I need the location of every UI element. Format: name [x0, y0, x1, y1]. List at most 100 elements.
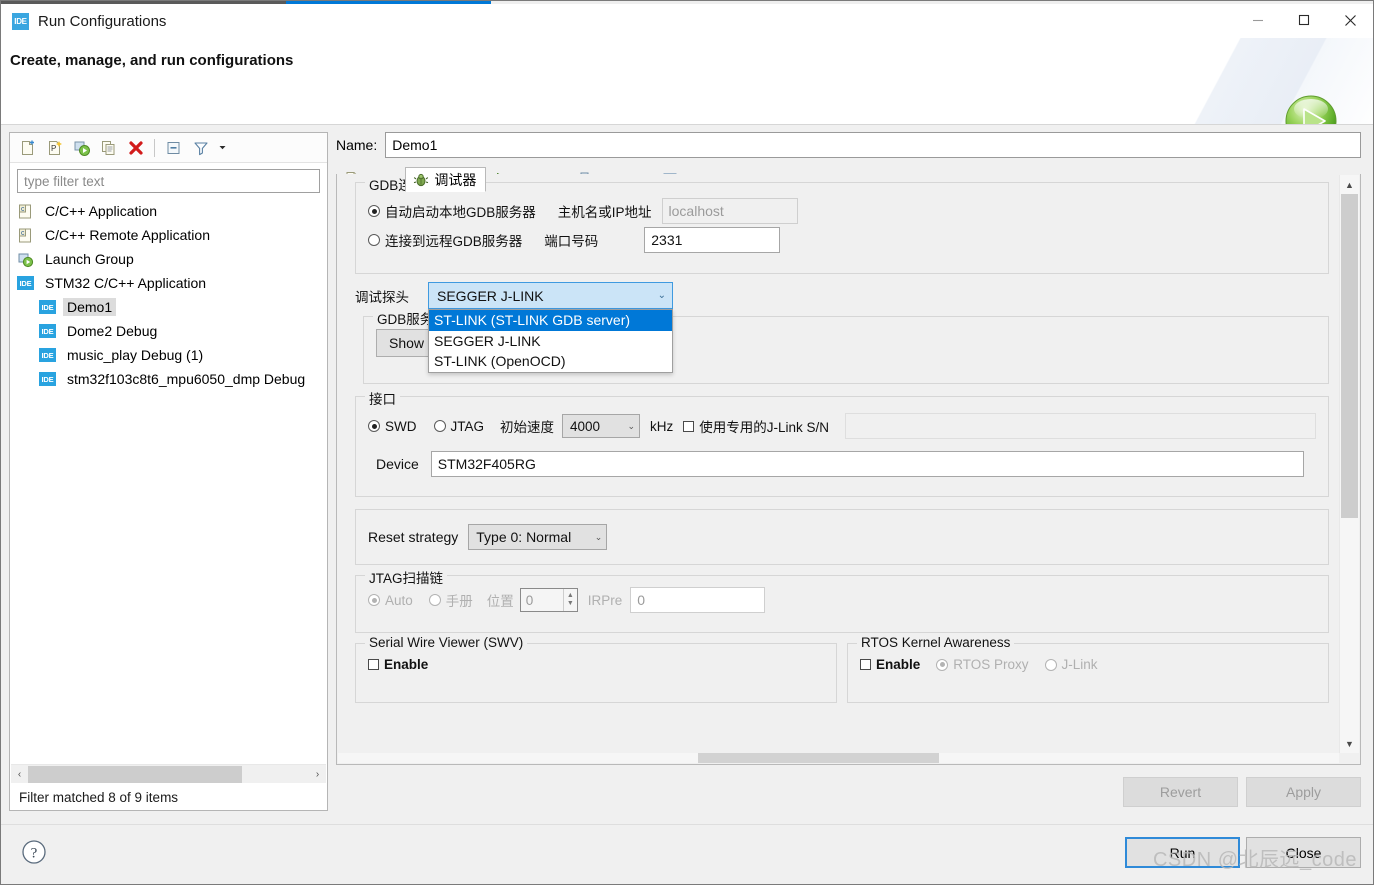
configurations-tree[interactable]: c C/C++ Application c C/C++ Remote Appli…	[10, 197, 327, 764]
reset-strategy-combo[interactable]: Type 0: Normal ⌄	[468, 524, 608, 550]
content-horizontal-scrollbar[interactable]	[338, 753, 1339, 763]
revert-button[interactable]: Revert	[1123, 777, 1238, 807]
jlink-sn-input[interactable]	[845, 413, 1316, 439]
tree-item-c-application[interactable]: c C/C++ Application	[10, 199, 327, 223]
tree-item-label: music_play Debug (1)	[67, 347, 204, 363]
collapse-all-icon[interactable]	[160, 135, 187, 161]
reset-strategy-label: Reset strategy	[368, 529, 459, 545]
run-button[interactable]: Run	[1125, 837, 1240, 868]
spinner-arrows-icon[interactable]: ▲ ▼	[562, 589, 577, 611]
maximize-button[interactable]	[1281, 4, 1327, 36]
speed-unit-label: kHz	[650, 418, 674, 434]
scroll-down-arrow-icon[interactable]: ▼	[1340, 734, 1359, 753]
scrollbar-track[interactable]	[28, 765, 309, 783]
initial-speed-label: 初始速度	[500, 420, 554, 435]
debugger-scroll-content: GDB连接设置 自动启动本地GDB服务器 主机名或IP地址 localhost …	[337, 174, 1339, 753]
jtag-irpre-input[interactable]: 0	[630, 587, 766, 613]
debugger-tab-panel: GDB连接设置 自动启动本地GDB服务器 主机名或IP地址 localhost …	[336, 174, 1361, 765]
duplicate-icon[interactable]	[95, 135, 122, 161]
debug-probe-selected-value: SEGGER J-LINK	[437, 287, 544, 304]
delete-icon[interactable]	[122, 135, 149, 161]
swv-rtos-row: Serial Wire Viewer (SWV) Enable RTOS Ker…	[355, 635, 1329, 713]
tree-item-demo1[interactable]: IDE Demo1	[10, 295, 327, 319]
initial-speed-value: 4000	[570, 418, 601, 434]
app-icon: IDE	[12, 12, 29, 30]
name-input[interactable]: Demo1	[385, 132, 1361, 158]
scroll-right-arrow-icon[interactable]: ›	[309, 766, 326, 783]
tree-item-label: Launch Group	[45, 251, 134, 267]
content-vertical-scrollbar[interactable]: ▲ ▼	[1339, 175, 1359, 753]
jtag-auto-radio[interactable]	[368, 594, 380, 606]
swv-title: Serial Wire Viewer (SWV)	[365, 635, 528, 650]
close-button[interactable]	[1327, 4, 1373, 36]
tree-item-music-play-debug[interactable]: IDE music_play Debug (1)	[10, 343, 327, 367]
tree-item-c-remote-application[interactable]: c C/C++ Remote Application	[10, 223, 327, 247]
c-app-icon: c	[17, 203, 34, 220]
tree-item-stm32f103-debug[interactable]: IDE stm32f103c8t6_mpu6050_dmp Debug	[10, 367, 327, 391]
dropdown-option-stlink-gdb[interactable]: ST-LINK (ST-LINK GDB server)	[429, 310, 672, 331]
rtos-group: RTOS Kernel Awareness Enable RTOS Proxy …	[847, 635, 1329, 703]
hscrollbar-thumb[interactable]	[698, 753, 939, 763]
scrollbar-thumb[interactable]	[28, 765, 242, 783]
swv-enable-checkbox[interactable]	[368, 659, 379, 670]
rtos-proxy-radio[interactable]	[936, 658, 949, 671]
port-input[interactable]: 2331	[644, 227, 781, 253]
rtos-title: RTOS Kernel Awareness	[857, 635, 1015, 650]
rtos-enable-checkbox[interactable]	[860, 659, 871, 670]
toolbar-separator	[154, 138, 155, 157]
tree-item-launch-group[interactable]: Launch Group	[10, 247, 327, 271]
initial-speed-combo[interactable]: 4000 ⌄	[562, 414, 640, 438]
help-question-icon[interactable]: ?	[21, 839, 47, 865]
host-label: 主机名或IP地址	[557, 205, 652, 220]
tab-debugger[interactable]: 调试器	[405, 167, 487, 192]
scroll-left-arrow-icon[interactable]: ‹	[11, 766, 28, 783]
accent-blue-segment	[286, 1, 491, 4]
ide-icon: IDE	[39, 348, 56, 362]
filter-icon[interactable]	[187, 135, 214, 161]
debug-probe-combo[interactable]: SEGGER J-LINK ⌄	[428, 282, 673, 309]
use-jlink-sn-checkbox[interactable]	[683, 420, 695, 432]
device-input[interactable]: STM32F405RG	[430, 451, 1304, 477]
tree-item-dome2-debug[interactable]: IDE Dome2 Debug	[10, 319, 327, 343]
debug-probe-dropdown[interactable]: ST-LINK (ST-LINK GDB server) SEGGER J-LI…	[428, 309, 673, 373]
svg-text:c: c	[21, 230, 25, 237]
jtag-manual-radio[interactable]	[428, 594, 441, 606]
jtag-position-spinner[interactable]: 0 ▲ ▼	[519, 588, 578, 612]
scroll-up-arrow-icon[interactable]: ▲	[1340, 175, 1359, 194]
dropdown-option-stlink-openocd[interactable]: ST-LINK (OpenOCD)	[429, 351, 672, 372]
vscrollbar-thumb[interactable]	[1341, 194, 1358, 518]
port-label: 端口号码	[544, 234, 599, 249]
tree-horizontal-scrollbar[interactable]: ‹ ›	[11, 764, 326, 783]
apply-button[interactable]: Apply	[1246, 777, 1361, 807]
remote-connect-radio[interactable]	[368, 234, 380, 246]
vscrollbar-track[interactable]	[1340, 194, 1359, 734]
rtos-jlink-radio[interactable]	[1044, 658, 1057, 671]
ide-icon: IDE	[17, 276, 34, 290]
jtag-radio[interactable]	[433, 420, 446, 432]
run-configurations-window: IDE Run Configurations Create, manage, a…	[0, 0, 1374, 885]
bug-icon	[413, 172, 429, 188]
tree-item-stm32-application[interactable]: IDE STM32 C/C++ Application	[10, 271, 327, 295]
host-input[interactable]: localhost	[661, 198, 798, 224]
name-label: Name:	[336, 137, 378, 153]
minimize-button[interactable]	[1235, 4, 1281, 36]
new-prototype-icon[interactable]: P	[41, 135, 68, 161]
filter-input[interactable]: type filter text	[17, 169, 320, 193]
auto-start-radio[interactable]	[368, 205, 380, 217]
chevron-down-icon[interactable]	[214, 135, 230, 161]
interface-options-row: SWD JTAG 初始速度 4000 ⌄ kHz 使用专用的J-Link S/N	[368, 410, 1316, 442]
tree-item-label: Dome2 Debug	[67, 323, 158, 339]
probe-and-server-area: 调试探头 GDB服务 Show Command Line SEGGER J-LI…	[355, 282, 1329, 388]
auto-start-row: 自动启动本地GDB服务器 主机名或IP地址 localhost	[368, 197, 1316, 225]
tree-item-label: C/C++ Remote Application	[45, 227, 210, 243]
svg-text:c: c	[21, 206, 25, 213]
swd-radio[interactable]	[368, 420, 380, 432]
auto-start-label: 自动启动本地GDB服务器	[385, 205, 536, 220]
new-launch-group-icon[interactable]	[68, 135, 95, 161]
run-play-badge-icon	[1281, 92, 1341, 124]
probe-label: 调试探头	[355, 290, 409, 305]
svg-text:?: ?	[31, 846, 38, 862]
new-configuration-icon[interactable]	[14, 135, 41, 161]
close-dialog-button[interactable]: Close	[1246, 837, 1361, 868]
dropdown-option-segger-jlink[interactable]: SEGGER J-LINK	[429, 331, 672, 352]
